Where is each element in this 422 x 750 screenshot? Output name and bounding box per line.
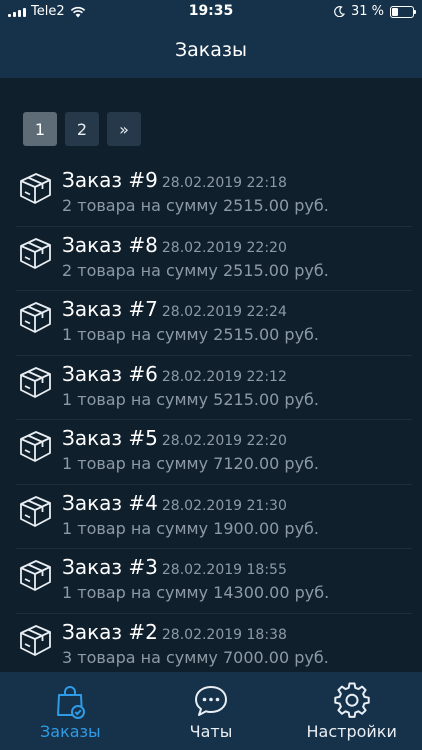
package-box-icon <box>16 621 54 659</box>
order-summary: 2 товара на сумму 2515.00 руб. <box>62 196 329 215</box>
page-title: Заказы <box>174 39 248 61</box>
order-row[interactable]: Заказ #7 28.02.2019 22:24 1 товар на сумму… <box>16 291 412 356</box>
order-date: 28.02.2019 22:18 <box>161 175 287 191</box>
package-box-icon <box>16 363 54 401</box>
order-date: 28.02.2019 22:20 <box>161 239 287 256</box>
order-row[interactable]: Заказ #8 28.02.2019 22:20 2 товара на сумм… <box>16 227 412 291</box>
order-row[interactable]: Заказ #4 28.02.2019 21:30 1 товар на сумму… <box>16 485 412 549</box>
package-box-icon <box>16 492 54 530</box>
chat-bubble-icon <box>195 686 227 716</box>
page-button-2[interactable]: 2 <box>65 112 99 146</box>
order-name: Заказ #9 <box>62 168 158 192</box>
order-row[interactable]: Заказ #6 28.02.2019 22:12 1 товар на сумму… <box>16 356 412 420</box>
package-box-icon <box>16 298 54 336</box>
order-heading: Заказ #9 28.02.2019 22:18 <box>62 168 287 192</box>
pagination: 1 2 » <box>23 112 141 146</box>
shopping-bag-check-icon <box>57 686 86 719</box>
order-heading: Заказ #6 28.02.2019 22:12 <box>62 362 287 386</box>
order-heading: Заказ #4 28.02.2019 21:30 <box>62 491 287 515</box>
order-row[interactable]: Заказ #2 28.02.2019 18:38 3 товара на сумм… <box>16 614 412 673</box>
order-row[interactable]: Заказ #5 28.02.2019 22:20 1 товар на сумму… <box>16 420 412 485</box>
order-summary: 1 товар на сумму 2515.00 руб. <box>62 325 319 344</box>
order-date: 28.02.2019 22:12 <box>161 368 287 385</box>
tab-settings-label: Настройки <box>306 722 397 741</box>
order-summary: 1 товар на сумму 7120.00 руб. <box>62 454 319 473</box>
order-row[interactable]: Заказ #9 28.02.2019 22:18 2 товара на сумм… <box>16 162 412 227</box>
order-row[interactable]: Заказ #3 28.02.2019 18:55 1 товар на сумму… <box>16 549 412 614</box>
order-name: Заказ #2 <box>62 619 158 644</box>
order-heading: Заказ #8 28.02.2019 22:20 <box>62 233 287 257</box>
tab-orders-label: Заказы <box>40 722 101 741</box>
order-summary: 1 товар на сумму 5215.00 руб. <box>62 389 319 409</box>
package-box-icon <box>16 169 54 207</box>
order-summary: 2 товара на сумму 2515.00 руб. <box>62 260 329 280</box>
order-heading: Заказ #3 28.02.2019 18:55 <box>62 555 287 579</box>
tab-settings[interactable]: Настройки <box>281 672 422 750</box>
orders-screen: 1 2 » Заказ #9 28.02.2019 22:18 2 товара н… <box>0 78 422 672</box>
tab-orders[interactable]: Заказы <box>0 672 141 750</box>
order-name: Заказ #3 <box>62 555 158 579</box>
order-summary: 1 товар на сумму 1900.00 руб. <box>62 518 319 538</box>
nav-bar: Заказы <box>0 22 422 78</box>
next-page-button[interactable]: » <box>107 112 141 146</box>
battery-icon <box>390 5 416 18</box>
order-summary: 3 товара на сумму 7000.00 руб. <box>62 647 329 667</box>
order-name: Заказ #8 <box>62 232 158 257</box>
order-name: Заказ #6 <box>62 361 158 386</box>
order-date: 28.02.2019 22:20 <box>161 433 287 449</box>
order-date: 28.02.2019 22:24 <box>161 304 287 320</box>
order-name: Заказ #7 <box>62 297 158 321</box>
tab-chats[interactable]: Чаты <box>141 672 282 750</box>
order-name: Заказ #5 <box>62 426 158 450</box>
order-name: Заказ #4 <box>62 490 158 515</box>
order-list: Заказ #9 28.02.2019 22:18 2 товара на сумм… <box>0 162 422 672</box>
order-heading: Заказ #5 28.02.2019 22:20 <box>62 426 287 450</box>
order-heading: Заказ #7 28.02.2019 22:24 <box>62 297 287 321</box>
tab-bar: Заказы Чаты Настройки <box>0 672 422 750</box>
page-button-1[interactable]: 1 <box>23 112 57 146</box>
order-date: 28.02.2019 21:30 <box>161 497 287 514</box>
battery-percent: 31 % <box>350 4 384 19</box>
status-bar: Tele2 19:35 31 % <box>0 0 422 22</box>
gear-icon <box>333 682 370 718</box>
order-summary: 1 товар на сумму 14300.00 руб. <box>62 583 330 602</box>
status-right: 31 % <box>334 4 416 19</box>
order-date: 28.02.2019 18:38 <box>161 626 287 643</box>
order-date: 28.02.2019 18:55 <box>161 562 287 578</box>
package-box-icon <box>16 427 54 465</box>
moon-icon <box>334 6 345 17</box>
order-heading: Заказ #2 28.02.2019 18:38 <box>62 620 287 644</box>
package-box-icon <box>16 234 54 272</box>
package-box-icon <box>16 556 54 594</box>
tab-chats-label: Чаты <box>189 722 233 741</box>
